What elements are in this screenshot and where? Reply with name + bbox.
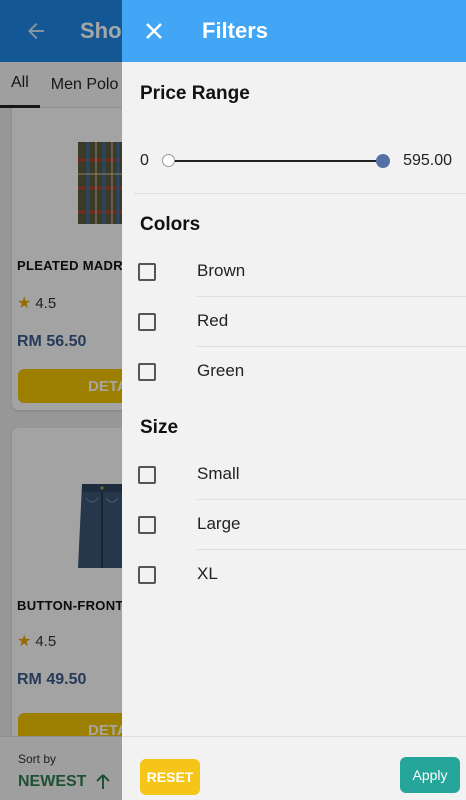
option-label: Green (197, 361, 245, 380)
price-range-slider: 0 595.00 (140, 148, 456, 174)
checkbox[interactable] (138, 566, 156, 584)
close-icon (146, 23, 162, 39)
size-option-large[interactable]: Large (122, 500, 466, 550)
checkbox[interactable] (138, 313, 156, 331)
checkbox[interactable] (138, 466, 156, 484)
price-max-label: 595.00 (403, 152, 452, 169)
filters-drawer: Filters Price Range 0 595.00 Colors Brow… (122, 0, 466, 800)
reset-button[interactable]: RESET (140, 759, 200, 795)
divider (134, 193, 466, 194)
size-option-small[interactable]: Small (122, 450, 466, 500)
option-label: Brown (197, 261, 246, 280)
filters-header: Filters (122, 0, 466, 62)
apply-button[interactable]: Apply (400, 757, 460, 793)
slider-track[interactable] (169, 160, 383, 162)
close-button[interactable] (136, 13, 172, 49)
option-label: Small (197, 464, 240, 483)
slider-max-handle[interactable] (376, 154, 390, 168)
color-option-red[interactable]: Red (122, 297, 466, 347)
option-label: Large (197, 514, 241, 533)
size-option-xl[interactable]: XL (122, 550, 466, 600)
color-option-brown[interactable]: Brown (122, 247, 466, 297)
option-label: XL (197, 564, 218, 583)
slider-min-handle[interactable] (162, 154, 175, 167)
size-title: Size (140, 417, 179, 438)
checkbox[interactable] (138, 363, 156, 381)
color-option-green[interactable]: Green (122, 347, 466, 397)
checkbox[interactable] (138, 516, 156, 534)
checkbox[interactable] (138, 263, 156, 281)
price-range-title: Price Range (140, 83, 250, 104)
filters-footer: RESET Apply (122, 736, 466, 800)
option-label: Red (197, 311, 229, 330)
price-min-label: 0 (140, 152, 149, 169)
filters-title: Filters (202, 18, 269, 43)
colors-title: Colors (140, 214, 201, 235)
drawer-scrim[interactable] (0, 0, 122, 800)
